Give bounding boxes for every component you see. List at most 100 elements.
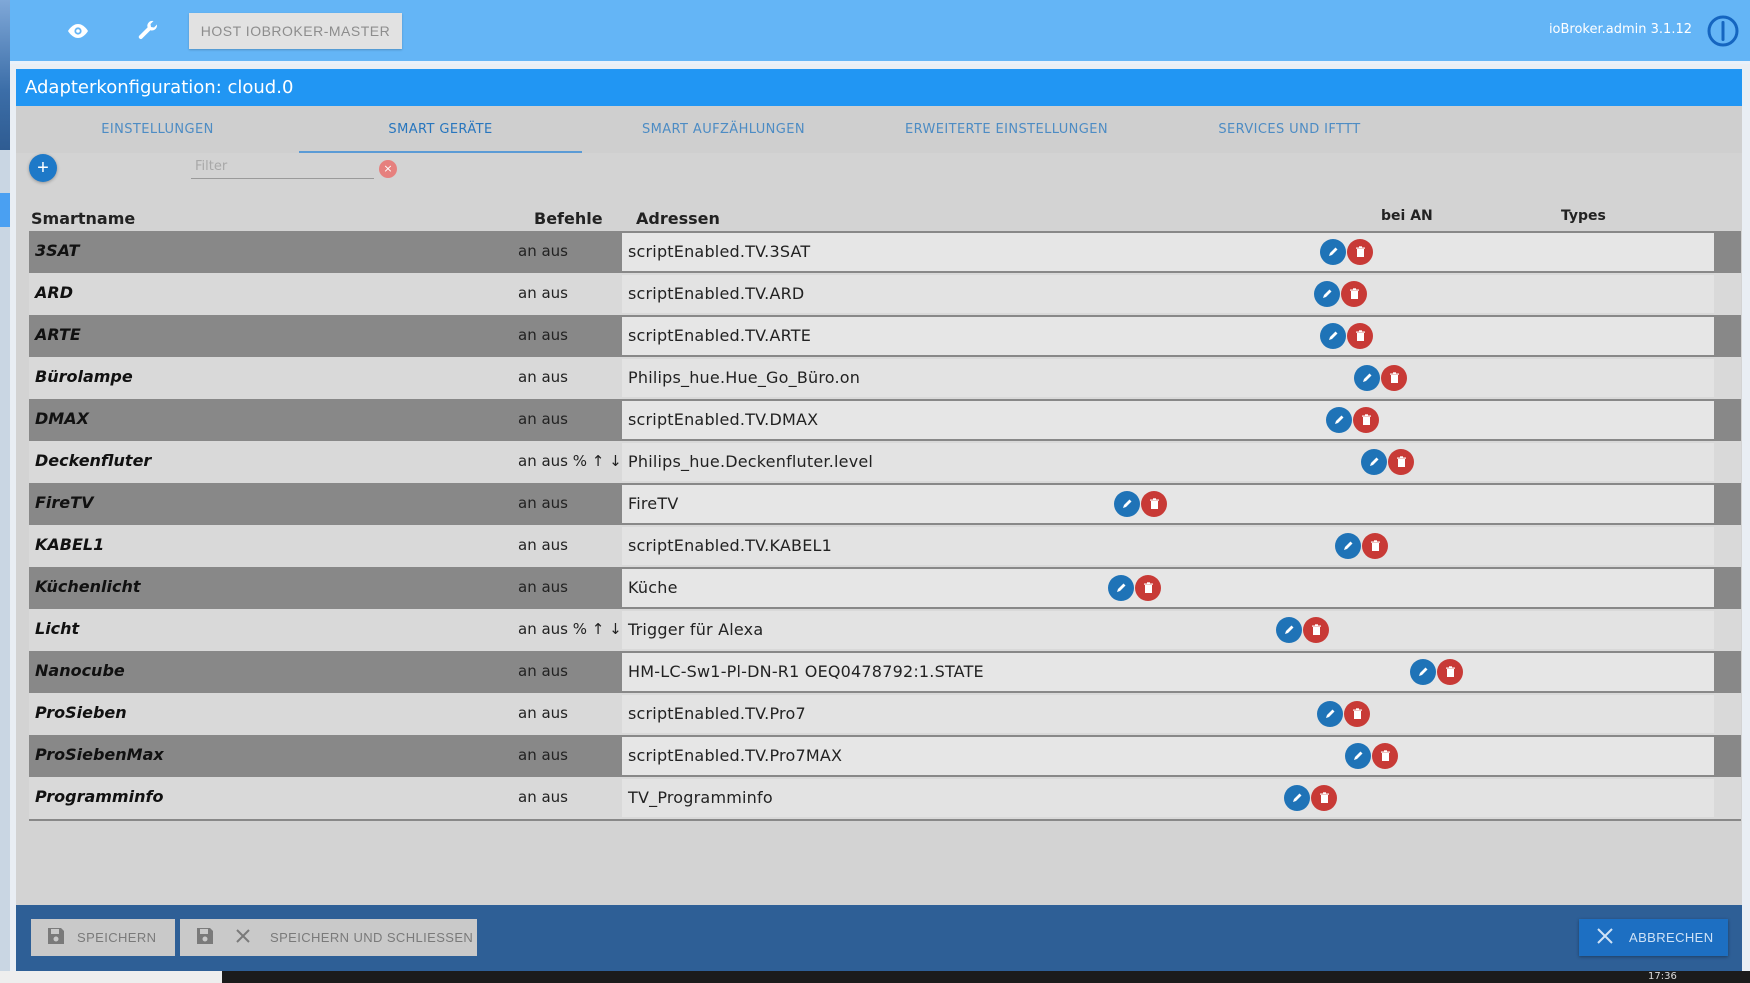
delete-icon[interactable] — [1372, 743, 1398, 769]
tab-smart-geraete[interactable]: SMART GERÄTE — [299, 106, 582, 153]
row-smartname[interactable]: 3SAT — [35, 241, 79, 260]
table-row[interactable]: 3SAT an aus scriptEnabled.TV.3SAT — [29, 231, 1741, 273]
table-header: Smartname Befehle Adressen bei AN Types — [29, 203, 1741, 231]
table-row[interactable]: Deckenfluter an aus % ↑ ↓ Philips_hue.Deck… — [29, 441, 1741, 483]
eye-icon[interactable] — [60, 14, 96, 48]
row-commands: an aus — [518, 326, 568, 344]
wrench-icon[interactable] — [130, 14, 166, 48]
row-commands: an aus — [518, 368, 568, 386]
row-address[interactable]: Philips_hue.Hue_Go_Büro.on — [622, 359, 1714, 397]
table-row[interactable]: Programmübersichtan ausTV_Programmübersi… — [29, 819, 1741, 821]
taskbar-clock: 17:36 — [1648, 971, 1677, 982]
row-smartname[interactable]: KABEL1 — [35, 535, 104, 554]
row-address[interactable]: scriptEnabled.TV.Pro7 — [622, 695, 1714, 733]
iobroker-logo-icon[interactable] — [1706, 14, 1740, 48]
header-types: Types — [1561, 208, 1606, 224]
row-smartname[interactable]: Bürolampe — [35, 367, 133, 386]
table-row[interactable]: FireTV an aus FireTV — [29, 483, 1741, 525]
row-smartname[interactable]: Deckenfluter — [35, 451, 151, 470]
edit-icon[interactable] — [1354, 365, 1380, 391]
edit-icon[interactable] — [1276, 617, 1302, 643]
edit-icon[interactable] — [1335, 533, 1361, 559]
edit-icon[interactable] — [1320, 239, 1346, 265]
delete-icon[interactable] — [1347, 323, 1373, 349]
cancel-button[interactable]: ABBRECHEN — [1579, 919, 1728, 956]
edit-icon[interactable] — [1345, 743, 1371, 769]
row-smartname[interactable]: Nanocube — [35, 661, 125, 680]
row-address[interactable]: TV_Programminfo — [622, 779, 1714, 817]
edit-icon[interactable] — [1108, 575, 1134, 601]
row-smartname[interactable]: Programminfo — [35, 787, 163, 806]
row-address[interactable]: HM-LC-Sw1-Pl-DN-R1 OEQ0478792:1.STATE — [622, 653, 1714, 691]
table-row[interactable]: KABEL1 an aus scriptEnabled.TV.KABEL1 — [29, 525, 1741, 567]
add-device-button[interactable]: + — [29, 154, 57, 182]
row-address[interactable]: Philips_hue.Deckenfluter.level — [622, 443, 1714, 481]
table-row[interactable]: ARD an aus scriptEnabled.TV.ARD — [29, 273, 1741, 315]
tab-einstellungen[interactable]: EINSTELLUNGEN — [16, 106, 299, 153]
delete-icon[interactable] — [1141, 491, 1167, 517]
delete-icon[interactable] — [1381, 365, 1407, 391]
row-smartname[interactable]: ARTE — [35, 325, 81, 344]
tab-smart-aufzaehlungen[interactable]: SMART AUFZÄHLUNGEN — [582, 106, 865, 153]
table-row[interactable]: DMAX an aus scriptEnabled.TV.DMAX — [29, 399, 1741, 441]
clear-filter-button[interactable]: × — [379, 160, 397, 178]
row-address[interactable]: scriptEnabled.TV.Pro7MAX — [622, 737, 1714, 775]
row-smartname[interactable]: ProSieben — [35, 703, 127, 722]
header-befehle: Befehle — [534, 209, 603, 228]
delete-icon[interactable] — [1347, 239, 1373, 265]
table-row[interactable]: ProSieben an aus scriptEnabled.TV.Pro7 — [29, 693, 1741, 735]
row-smartname[interactable]: Licht — [35, 619, 79, 638]
filter-input[interactable] — [191, 155, 374, 179]
host-button[interactable]: HOST IOBROKER-MASTER — [189, 13, 402, 49]
adapter-config-dialog: Adapterkonfiguration: cloud.0 EINSTELLUN… — [16, 69, 1742, 971]
save-button[interactable]: SPEICHERN — [31, 919, 175, 956]
edit-icon[interactable] — [1317, 701, 1343, 727]
row-address[interactable]: scriptEnabled.TV.3SAT — [622, 233, 1714, 271]
delete-icon[interactable] — [1388, 449, 1414, 475]
row-smartname[interactable]: DMAX — [35, 409, 89, 428]
delete-icon[interactable] — [1303, 617, 1329, 643]
tab-erweiterte-einstellungen[interactable]: ERWEITERTE EINSTELLUNGEN — [865, 106, 1148, 153]
delete-icon[interactable] — [1437, 659, 1463, 685]
row-address[interactable]: Küche — [622, 569, 1714, 607]
tab-services-ifttt[interactable]: SERVICES UND IFTTT — [1148, 106, 1431, 153]
edit-icon[interactable] — [1326, 407, 1352, 433]
row-smartname[interactable]: FireTV — [35, 493, 93, 512]
row-smartname[interactable]: Küchenlicht — [35, 577, 141, 596]
row-address[interactable]: Trigger für Alexa — [622, 611, 1714, 649]
table-row[interactable]: ARTE an aus scriptEnabled.TV.ARTE — [29, 315, 1741, 357]
delete-icon[interactable] — [1311, 785, 1337, 811]
desktop-window-edge — [0, 193, 10, 227]
table-row[interactable]: ProSiebenMax an aus scriptEnabled.TV.Pro7M… — [29, 735, 1741, 777]
delete-icon[interactable] — [1344, 701, 1370, 727]
row-smartname[interactable]: ProSiebenMax — [35, 745, 164, 764]
table-row[interactable]: Nanocube an aus HM-LC-Sw1-Pl-DN-R1 OEQ0478… — [29, 651, 1741, 693]
taskbar-search-area[interactable] — [0, 971, 222, 983]
dialog-footer: SPEICHERN SPEICHERN UND SCHLIESSEN ABBRE… — [16, 905, 1742, 971]
edit-icon[interactable] — [1361, 449, 1387, 475]
table-row[interactable]: Bürolampe an aus Philips_hue.Hue_Go_Büro.o… — [29, 357, 1741, 399]
table-row[interactable]: Programminfo an aus TV_Programminfo — [29, 777, 1741, 819]
table-row[interactable]: Küchenlicht an aus Küche — [29, 567, 1741, 609]
row-address[interactable]: scriptEnabled.TV.ARD — [622, 275, 1714, 313]
row-commands: an aus — [518, 662, 568, 680]
row-address[interactable]: scriptEnabled.TV.KABEL1 — [622, 527, 1714, 565]
header-adressen: Adressen — [636, 209, 720, 228]
delete-icon[interactable] — [1353, 407, 1379, 433]
row-address[interactable]: scriptEnabled.TV.DMAX — [622, 401, 1714, 439]
delete-icon[interactable] — [1135, 575, 1161, 601]
delete-icon[interactable] — [1341, 281, 1367, 307]
table-row[interactable]: Licht an aus % ↑ ↓ Trigger für Alexa — [29, 609, 1741, 651]
row-commands: an aus % ↑ ↓ — [518, 620, 622, 638]
edit-icon[interactable] — [1320, 323, 1346, 349]
row-address[interactable]: FireTV — [622, 485, 1714, 523]
save-and-close-button[interactable]: SPEICHERN UND SCHLIESSEN — [180, 919, 477, 956]
row-address[interactable]: scriptEnabled.TV.ARTE — [622, 317, 1714, 355]
delete-icon[interactable] — [1362, 533, 1388, 559]
edit-icon[interactable] — [1410, 659, 1436, 685]
version-label: ioBroker.admin 3.1.12 — [1548, 22, 1692, 37]
edit-icon[interactable] — [1284, 785, 1310, 811]
edit-icon[interactable] — [1114, 491, 1140, 517]
edit-icon[interactable] — [1314, 281, 1340, 307]
row-smartname[interactable]: ARD — [35, 283, 73, 302]
